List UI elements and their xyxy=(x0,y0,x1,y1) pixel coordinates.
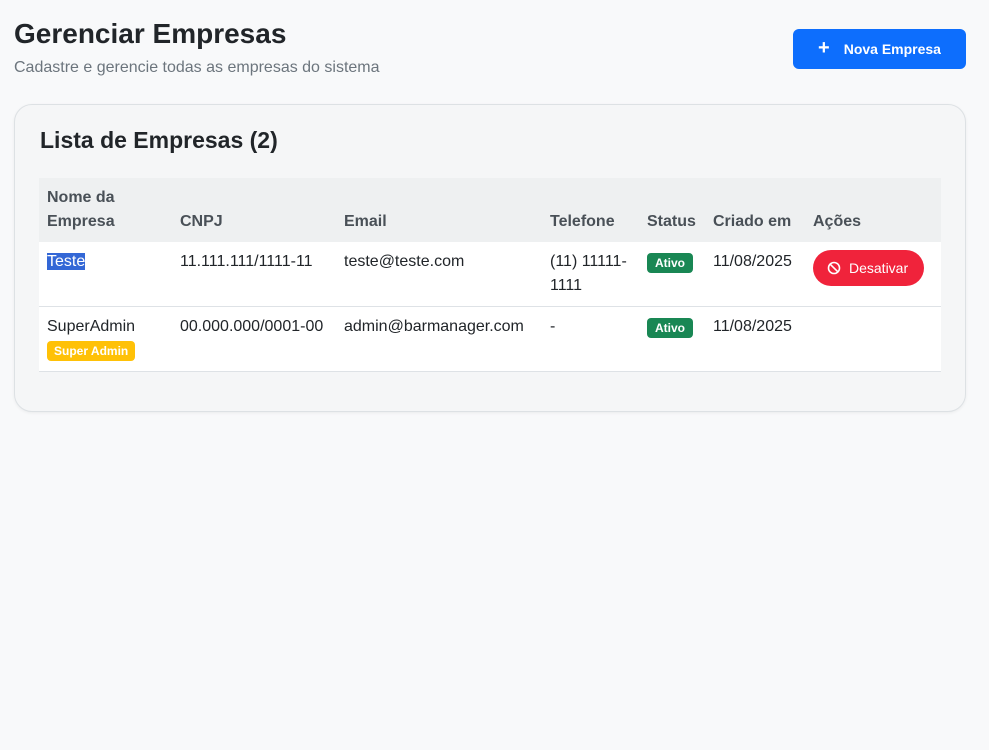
company-name: SuperAdmin xyxy=(47,318,136,335)
companies-table: Nome da Empresa CNPJ Email Telefone Stat… xyxy=(39,178,941,372)
page-title: Gerenciar Empresas xyxy=(14,18,287,49)
company-cnpj: 00.000.000/0001-00 xyxy=(180,318,324,335)
company-name: Teste xyxy=(47,253,86,270)
status-badge: Ativo xyxy=(647,253,693,273)
super-admin-badge: Super Admin xyxy=(47,341,136,361)
deactivate-button[interactable]: Desativar xyxy=(813,250,925,286)
column-header-created: Criado em xyxy=(713,213,792,230)
column-header-phone: Telefone xyxy=(550,213,615,230)
column-header-name: Nome da Empresa xyxy=(47,189,115,230)
page-subtitle: Cadastre e gerencie todas as empresas do… xyxy=(14,59,380,76)
status-badge: Ativo xyxy=(647,318,693,338)
company-name-cell: Teste xyxy=(39,242,172,307)
column-header-email: Email xyxy=(344,213,387,230)
company-phone: (11) 11111-1111 xyxy=(550,253,627,294)
deactivate-button-label: Desativar xyxy=(849,260,909,276)
company-actions-cell xyxy=(805,307,941,372)
companies-card: Lista de Empresas (2) Nome da Empresa CN… xyxy=(14,104,966,412)
company-status-cell: Ativo xyxy=(639,242,705,307)
company-created: 11/08/2025 xyxy=(713,318,792,335)
column-header-actions: Ações xyxy=(813,213,862,230)
company-name-cell: SuperAdmin Super Admin xyxy=(39,307,172,372)
company-status-cell: Ativo xyxy=(639,307,705,372)
table-row: SuperAdmin Super Admin 00.000.000/0001-0… xyxy=(39,306,941,372)
ban-icon xyxy=(827,261,841,275)
plus-icon: + xyxy=(818,37,830,59)
company-actions-cell: Desativar xyxy=(805,242,941,307)
table-row: Teste 11.111.111/1111-11 teste@teste.com… xyxy=(39,242,941,307)
company-phone: - xyxy=(550,318,556,335)
company-email: teste@teste.com xyxy=(344,253,465,270)
new-company-button-label: Nova Empresa xyxy=(843,41,941,57)
table-header-row: Nome da Empresa CNPJ Email Telefone Stat… xyxy=(39,178,941,242)
page-header: Gerenciar Empresas Cadastre e gerencie t… xyxy=(14,17,380,79)
company-created: 11/08/2025 xyxy=(713,253,792,270)
card-title: Lista de Empresas (2) xyxy=(40,127,278,153)
company-email: admin@barmanager.com xyxy=(344,318,524,335)
new-company-button[interactable]: + Nova Empresa xyxy=(793,29,966,69)
column-header-status: Status xyxy=(647,213,696,230)
company-cnpj: 11.111.111/1111-11 xyxy=(180,253,313,270)
column-header-cnpj: CNPJ xyxy=(180,213,223,230)
